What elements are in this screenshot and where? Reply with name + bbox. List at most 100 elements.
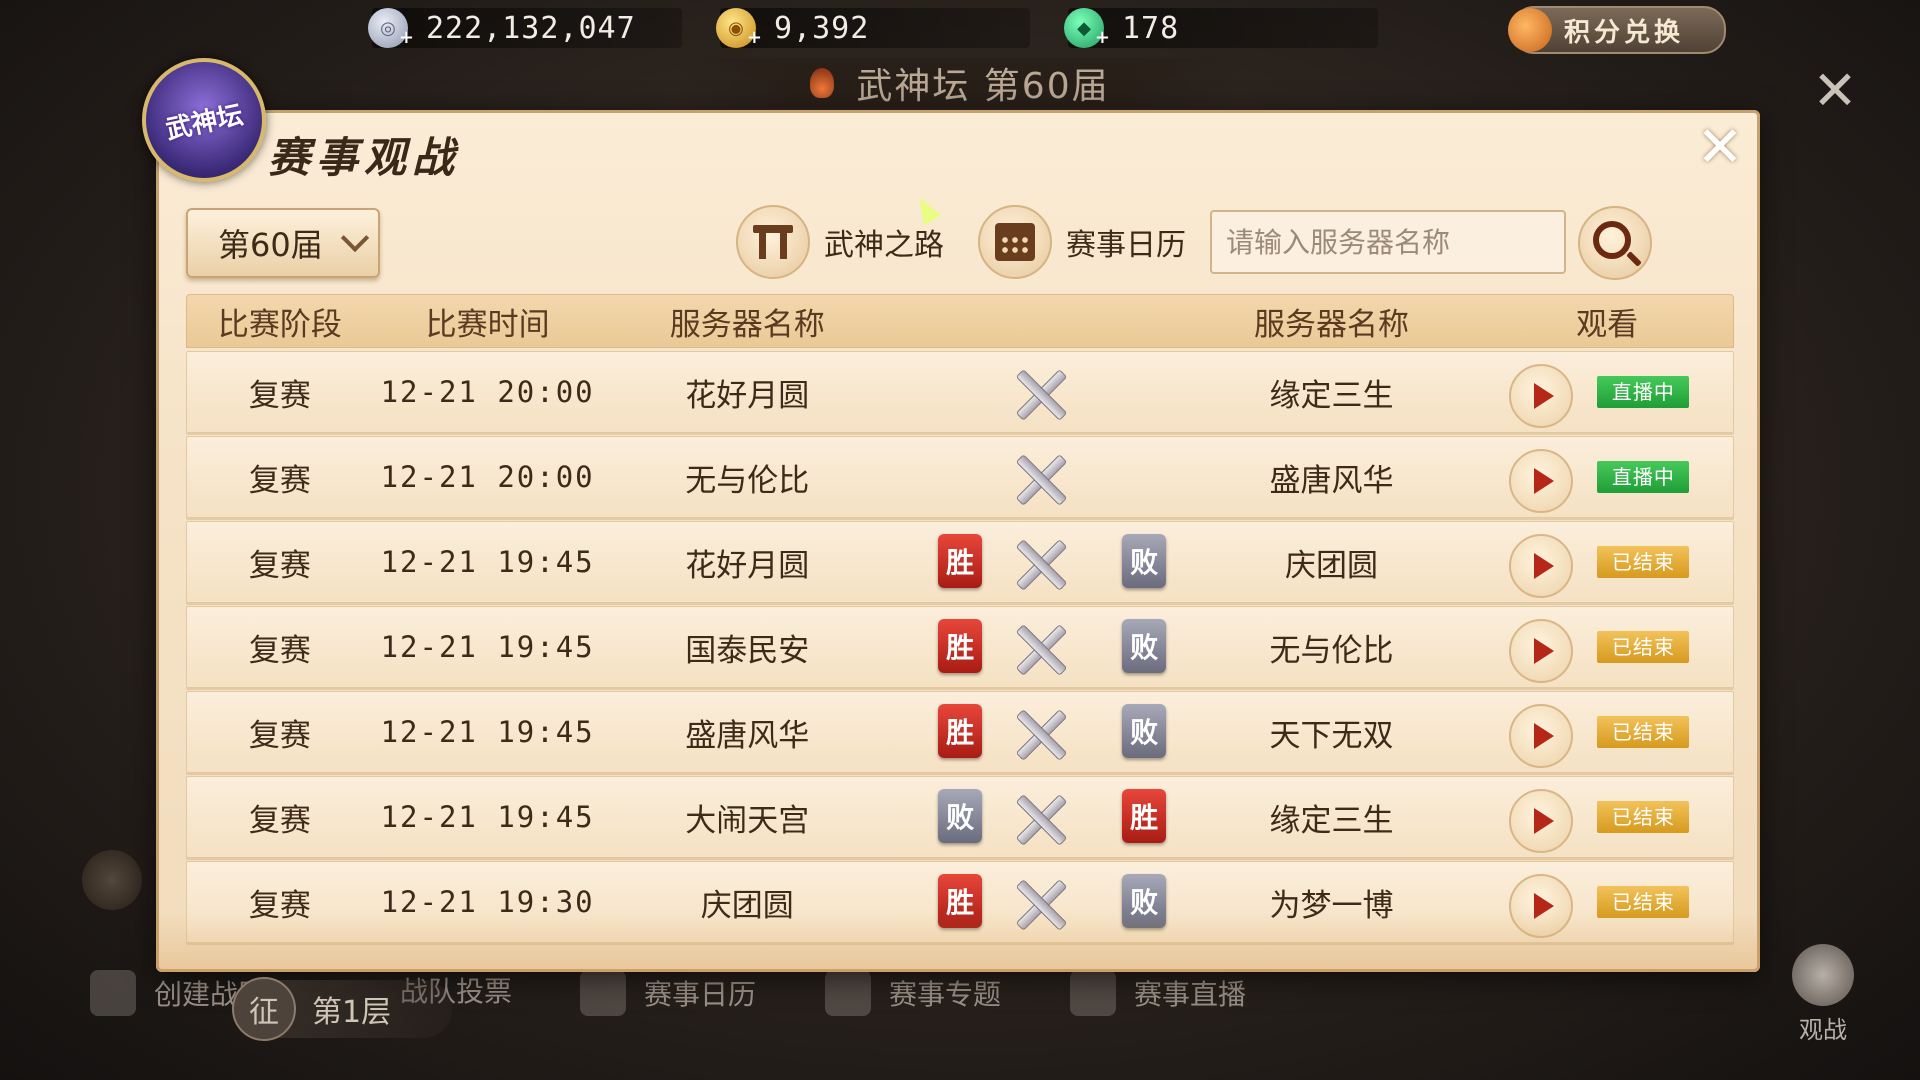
play-button[interactable]: [1509, 449, 1574, 513]
jade-amount: 178: [1122, 10, 1180, 46]
points-exchange-label: 积分兑换: [1564, 17, 1685, 48]
floor-label: 第1层: [312, 995, 392, 1030]
watch-cell: 已结束: [1481, 777, 1733, 857]
calendar-button-label: 赛事日历: [1066, 228, 1186, 263]
server-name-left: 无与伦比: [685, 462, 810, 499]
header-watch: 观看: [1576, 306, 1639, 343]
table-row: 复赛 12-21 19:45 国泰民安胜败无与伦比 已结束: [186, 606, 1734, 688]
currency-bar: ◎ + 222,132,047 ◉ + 9,392 ◆ + 178 积分兑换: [0, 0, 1920, 56]
jade-icon: ◆ +: [1064, 8, 1110, 48]
server-name-left: 花好月圆: [685, 547, 810, 584]
jade-currency[interactable]: ◆ + 178: [1064, 8, 1378, 48]
match-stage: 复赛: [248, 547, 311, 584]
match-stage: 复赛: [248, 802, 311, 839]
server-name-left: 花好月圆: [685, 377, 810, 414]
match-time: 12-21 19:45: [380, 715, 595, 749]
table-row: 复赛 12-21 19:45 大闹天宫败胜缘定三生 已结束: [186, 776, 1734, 858]
server-search-input[interactable]: [1212, 212, 1548, 272]
crossed-swords-icon: [1012, 536, 1068, 592]
table-row: 复赛 12-21 19:45 花好月圆胜败庆团圆 已结束: [186, 521, 1734, 603]
match-stage: 复赛: [248, 717, 311, 754]
match-time: 12-21 19:45: [380, 630, 595, 664]
character-icon[interactable]: [82, 850, 142, 910]
play-button[interactable]: [1509, 619, 1574, 683]
crossed-swords-icon: [1012, 791, 1068, 847]
crossed-swords-icon: [1012, 706, 1068, 762]
event-topic-label: 赛事专题: [889, 978, 1002, 1011]
play-button[interactable]: [1509, 789, 1574, 853]
arena-title-banner: 武神坛 第60届: [680, 58, 1240, 108]
play-icon: [1534, 808, 1555, 834]
silver-coin-icon: ◎ +: [368, 8, 414, 48]
play-icon: [1534, 383, 1555, 409]
play-button[interactable]: [1509, 874, 1574, 938]
server-name-right: 天下无双: [1269, 717, 1394, 754]
match-time: 12-21 20:00: [380, 460, 595, 494]
server-name-right: 庆团圆: [1285, 547, 1379, 584]
event-live-button[interactable]: 赛事直播: [1070, 970, 1246, 1016]
right-result-badge: 败: [1122, 874, 1167, 928]
match-status-badge: 已结束: [1597, 631, 1690, 663]
right-result-badge: 败: [1122, 619, 1167, 673]
gold-currency[interactable]: ◉ + 9,392: [716, 8, 1030, 48]
watch-cell: 已结束: [1481, 692, 1733, 772]
versus-cell: [892, 437, 1182, 517]
match-status-badge: 已结束: [1597, 546, 1690, 578]
points-exchange-button[interactable]: 积分兑换: [1508, 6, 1726, 54]
arena-title: 武神坛 第60届: [856, 66, 1110, 107]
server-name-right: 为梦一博: [1269, 887, 1394, 924]
table-body: 复赛 12-21 20:00 花好月圆 缘定三生 直播中 复赛 12-21 20:00 无与伦…: [186, 351, 1734, 943]
match-time: 12-21 19:45: [380, 800, 595, 834]
table-row: 复赛 12-21 19:30 庆团圆胜败为梦一博 已结束: [186, 861, 1734, 943]
play-icon: [1534, 893, 1555, 919]
match-status-badge: 已结束: [1597, 716, 1690, 748]
play-button[interactable]: [1509, 534, 1574, 598]
bottom-calendar-button[interactable]: 赛事日历: [580, 970, 756, 1016]
search-button[interactable]: [1578, 206, 1652, 280]
left-result-badge: 胜: [938, 619, 983, 673]
match-stage: 复赛: [248, 462, 311, 499]
floor-indicator[interactable]: 征 第1层: [232, 977, 452, 1041]
close-icon[interactable]: ✕: [1692, 120, 1748, 178]
background-close-icon[interactable]: ✕: [1810, 64, 1860, 118]
crossed-swords-icon: [1012, 366, 1068, 422]
spectate-button[interactable]: 观战: [1788, 944, 1858, 1045]
crossed-swords-icon: [1012, 451, 1068, 507]
crossed-swords-icon: [1012, 876, 1068, 932]
road-button-label: 武神之路: [824, 228, 944, 263]
play-icon: [1534, 553, 1555, 579]
spectate-label: 观战: [1799, 1016, 1847, 1044]
left-result-badge: 胜: [938, 874, 983, 928]
match-stage: 复赛: [248, 632, 311, 669]
calendar-icon: [580, 970, 626, 1016]
road-button[interactable]: 武神之路: [736, 205, 944, 279]
server-name-right: 缘定三生: [1269, 377, 1394, 414]
search-icon: [1593, 221, 1631, 259]
person-icon: [90, 970, 136, 1016]
versus-cell: 败胜: [892, 777, 1182, 857]
match-time: 12-21 19:45: [380, 545, 595, 579]
gate-icon: [736, 205, 810, 279]
right-result-badge: 败: [1122, 534, 1167, 588]
table-header: 比赛阶段 比赛时间 服务器名称 服务器名称 观看: [186, 294, 1734, 348]
gold-amount: 9,392: [774, 10, 870, 46]
right-result-badge: 败: [1122, 704, 1167, 758]
match-stage: 复赛: [248, 377, 311, 414]
event-topic-button[interactable]: 赛事专题: [825, 970, 1001, 1016]
silver-currency[interactable]: ◎ + 222,132,047: [368, 8, 682, 48]
server-search-field[interactable]: [1210, 210, 1566, 274]
bottom-calendar-label: 赛事日历: [644, 978, 757, 1011]
money-bag-icon: [1508, 8, 1552, 52]
season-dropdown[interactable]: 第60届: [186, 208, 380, 278]
play-button[interactable]: [1509, 704, 1574, 768]
match-status-badge: 已结束: [1597, 886, 1690, 918]
scroll-icon: [825, 970, 871, 1016]
versus-cell: 胜败: [892, 692, 1182, 772]
watch-cell: 已结束: [1481, 862, 1733, 942]
match-spectate-dialog: 赛事观战 ✕ 第60届 武神之路 赛事日历 比赛阶段 比赛时间 服务器名称 服务…: [156, 110, 1760, 972]
versus-cell: [892, 352, 1182, 432]
play-button[interactable]: [1509, 364, 1574, 428]
chevron-down-icon: [340, 223, 369, 253]
calendar-button[interactable]: 赛事日历: [978, 205, 1186, 279]
header-server1: 服务器名称: [669, 306, 825, 343]
